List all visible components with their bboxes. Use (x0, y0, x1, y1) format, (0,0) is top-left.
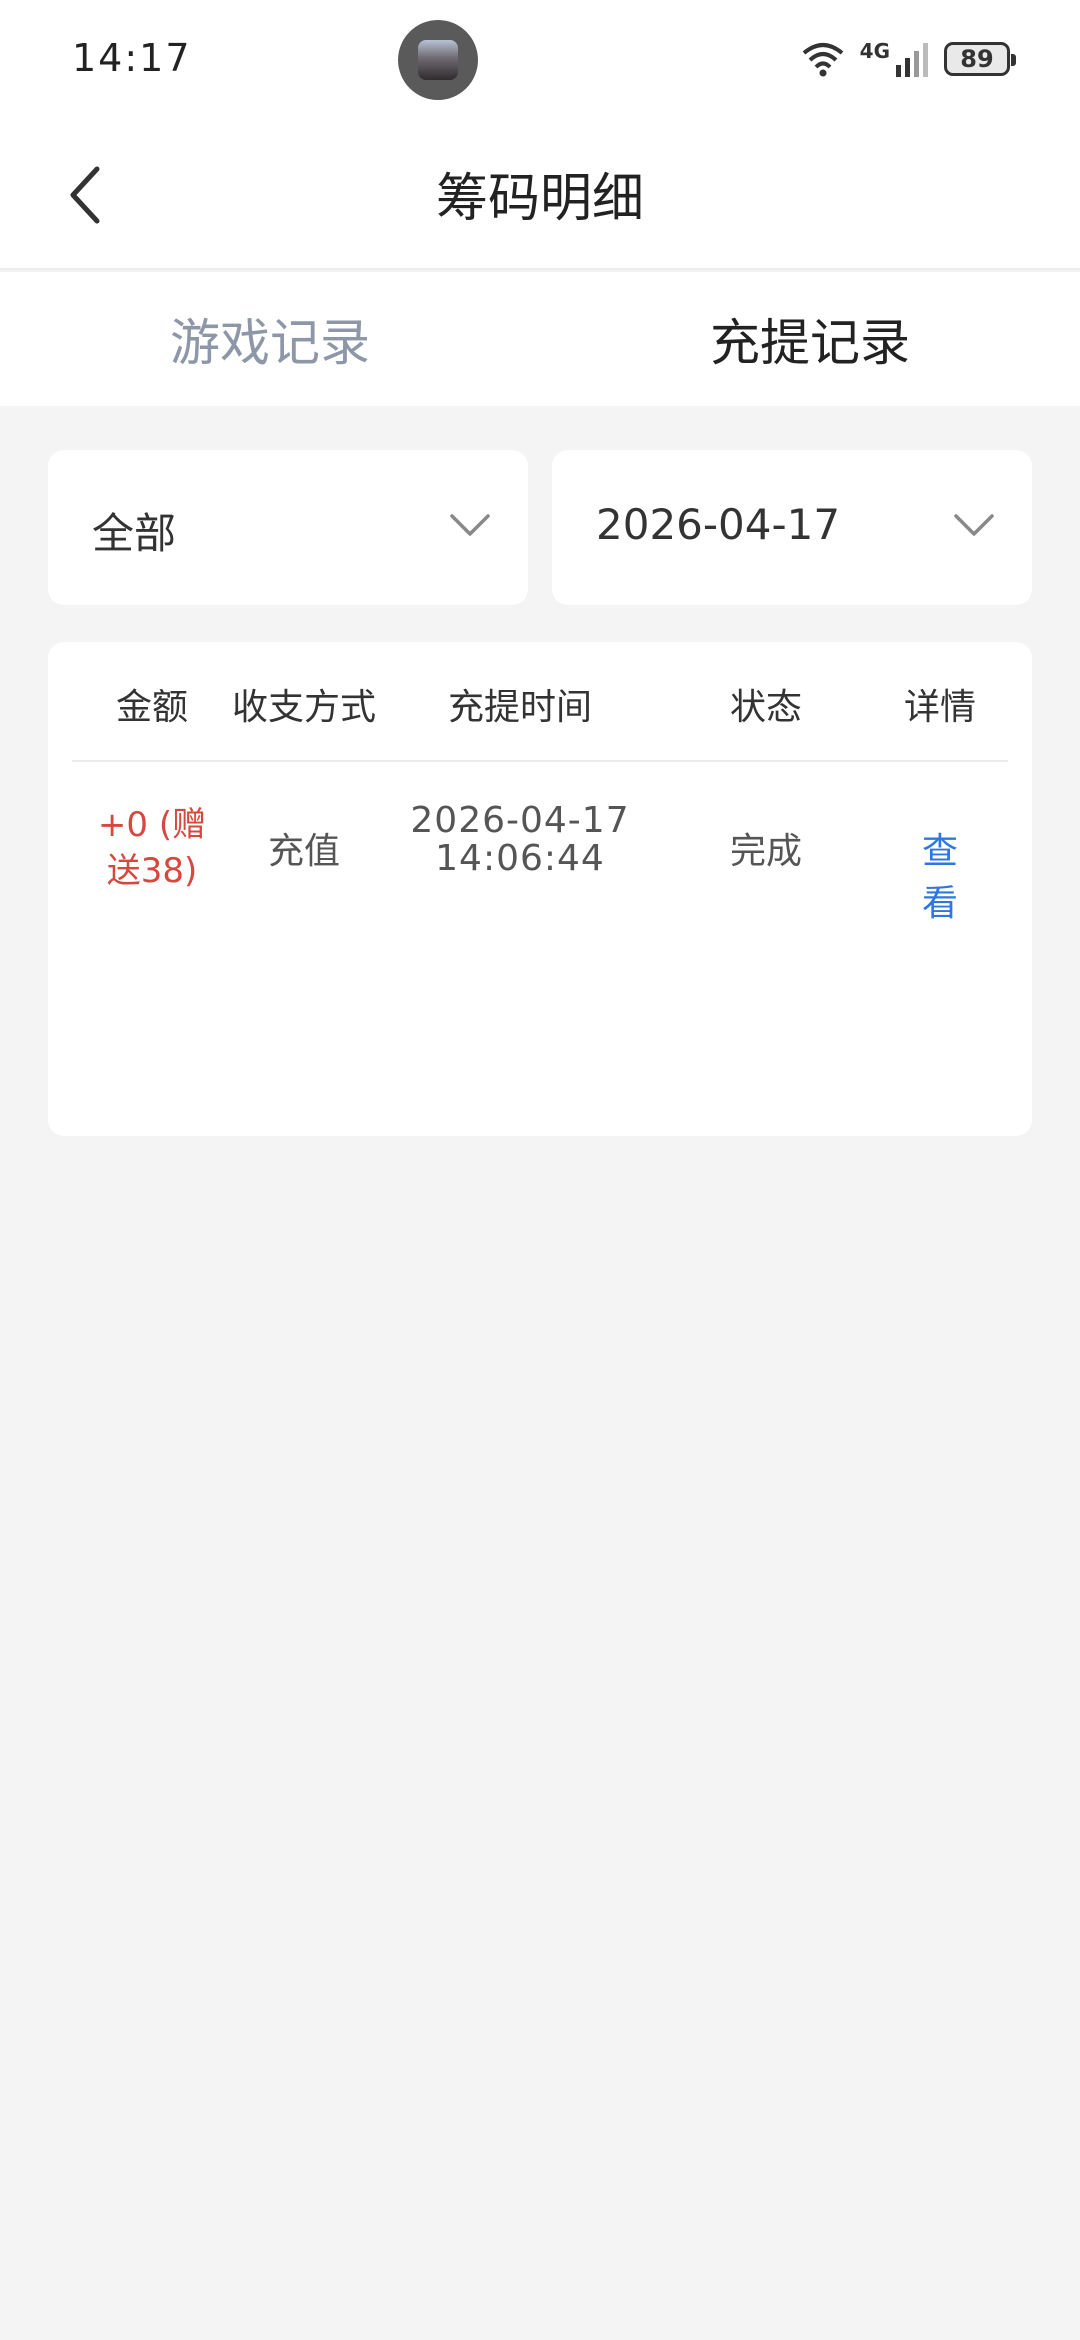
wifi-icon (802, 43, 843, 77)
network-label: 4G (859, 39, 890, 63)
column-header-amount: 金额 (115, 687, 189, 728)
type-filter-value: 全部 (92, 509, 177, 558)
row-amount: +0 (赠送38) (97, 805, 207, 891)
signal-icon (896, 43, 928, 77)
battery-icon: 89 (944, 42, 1016, 76)
date-filter-dropdown[interactable]: 2026-04-17 (552, 450, 1032, 605)
row-method: 充值 (267, 831, 341, 872)
view-detail-link[interactable]: 查看 (906, 822, 974, 926)
table-header: 金额 收支方式 充提时间 状态 详情 (72, 642, 1008, 762)
chevron-down-icon (954, 514, 994, 536)
floating-avatar[interactable] (398, 20, 478, 100)
record-tabs: 游戏记录 充提记录 (0, 272, 1080, 406)
status-time: 14:17 (72, 36, 192, 80)
tab-label: 充提记录 (710, 314, 910, 372)
row-time: 2026-04-17 14:06:44 (410, 802, 629, 878)
page-title: 筹码明细 (435, 169, 644, 229)
column-header-method: 收支方式 (231, 687, 377, 728)
nav-bar: 筹码明细 (0, 120, 1080, 270)
column-header-detail: 详情 (903, 687, 977, 728)
network-type: 4G (860, 41, 930, 77)
row-date: 2026-04-17 (410, 800, 630, 841)
avatar-image (418, 40, 458, 80)
column-header-time: 充提时间 (447, 687, 593, 728)
status-icons: 4G 89 (800, 34, 1016, 84)
tab-deposit-withdraw-records[interactable]: 充提记录 (540, 272, 1080, 406)
status-bar: 14:17 4G 89 (0, 0, 1080, 120)
records-card: 金额 收支方式 充提时间 状态 详情 +0 (赠送38) 充值 2026-04-… (48, 642, 1032, 1136)
table-row: +0 (赠送38) 充值 2026-04-17 14:06:44 完成 查看 (72, 764, 1008, 934)
column-header-status: 状态 (729, 687, 803, 728)
type-filter-dropdown[interactable]: 全部 (48, 450, 528, 605)
row-clock: 14:06:44 (435, 838, 605, 879)
tab-label: 游戏记录 (170, 314, 370, 372)
chevron-down-icon (450, 514, 490, 536)
battery-level: 89 (960, 45, 994, 73)
tab-game-records[interactable]: 游戏记录 (0, 272, 540, 406)
date-filter-value: 2026-04-17 (596, 500, 841, 549)
row-status: 完成 (729, 831, 803, 872)
